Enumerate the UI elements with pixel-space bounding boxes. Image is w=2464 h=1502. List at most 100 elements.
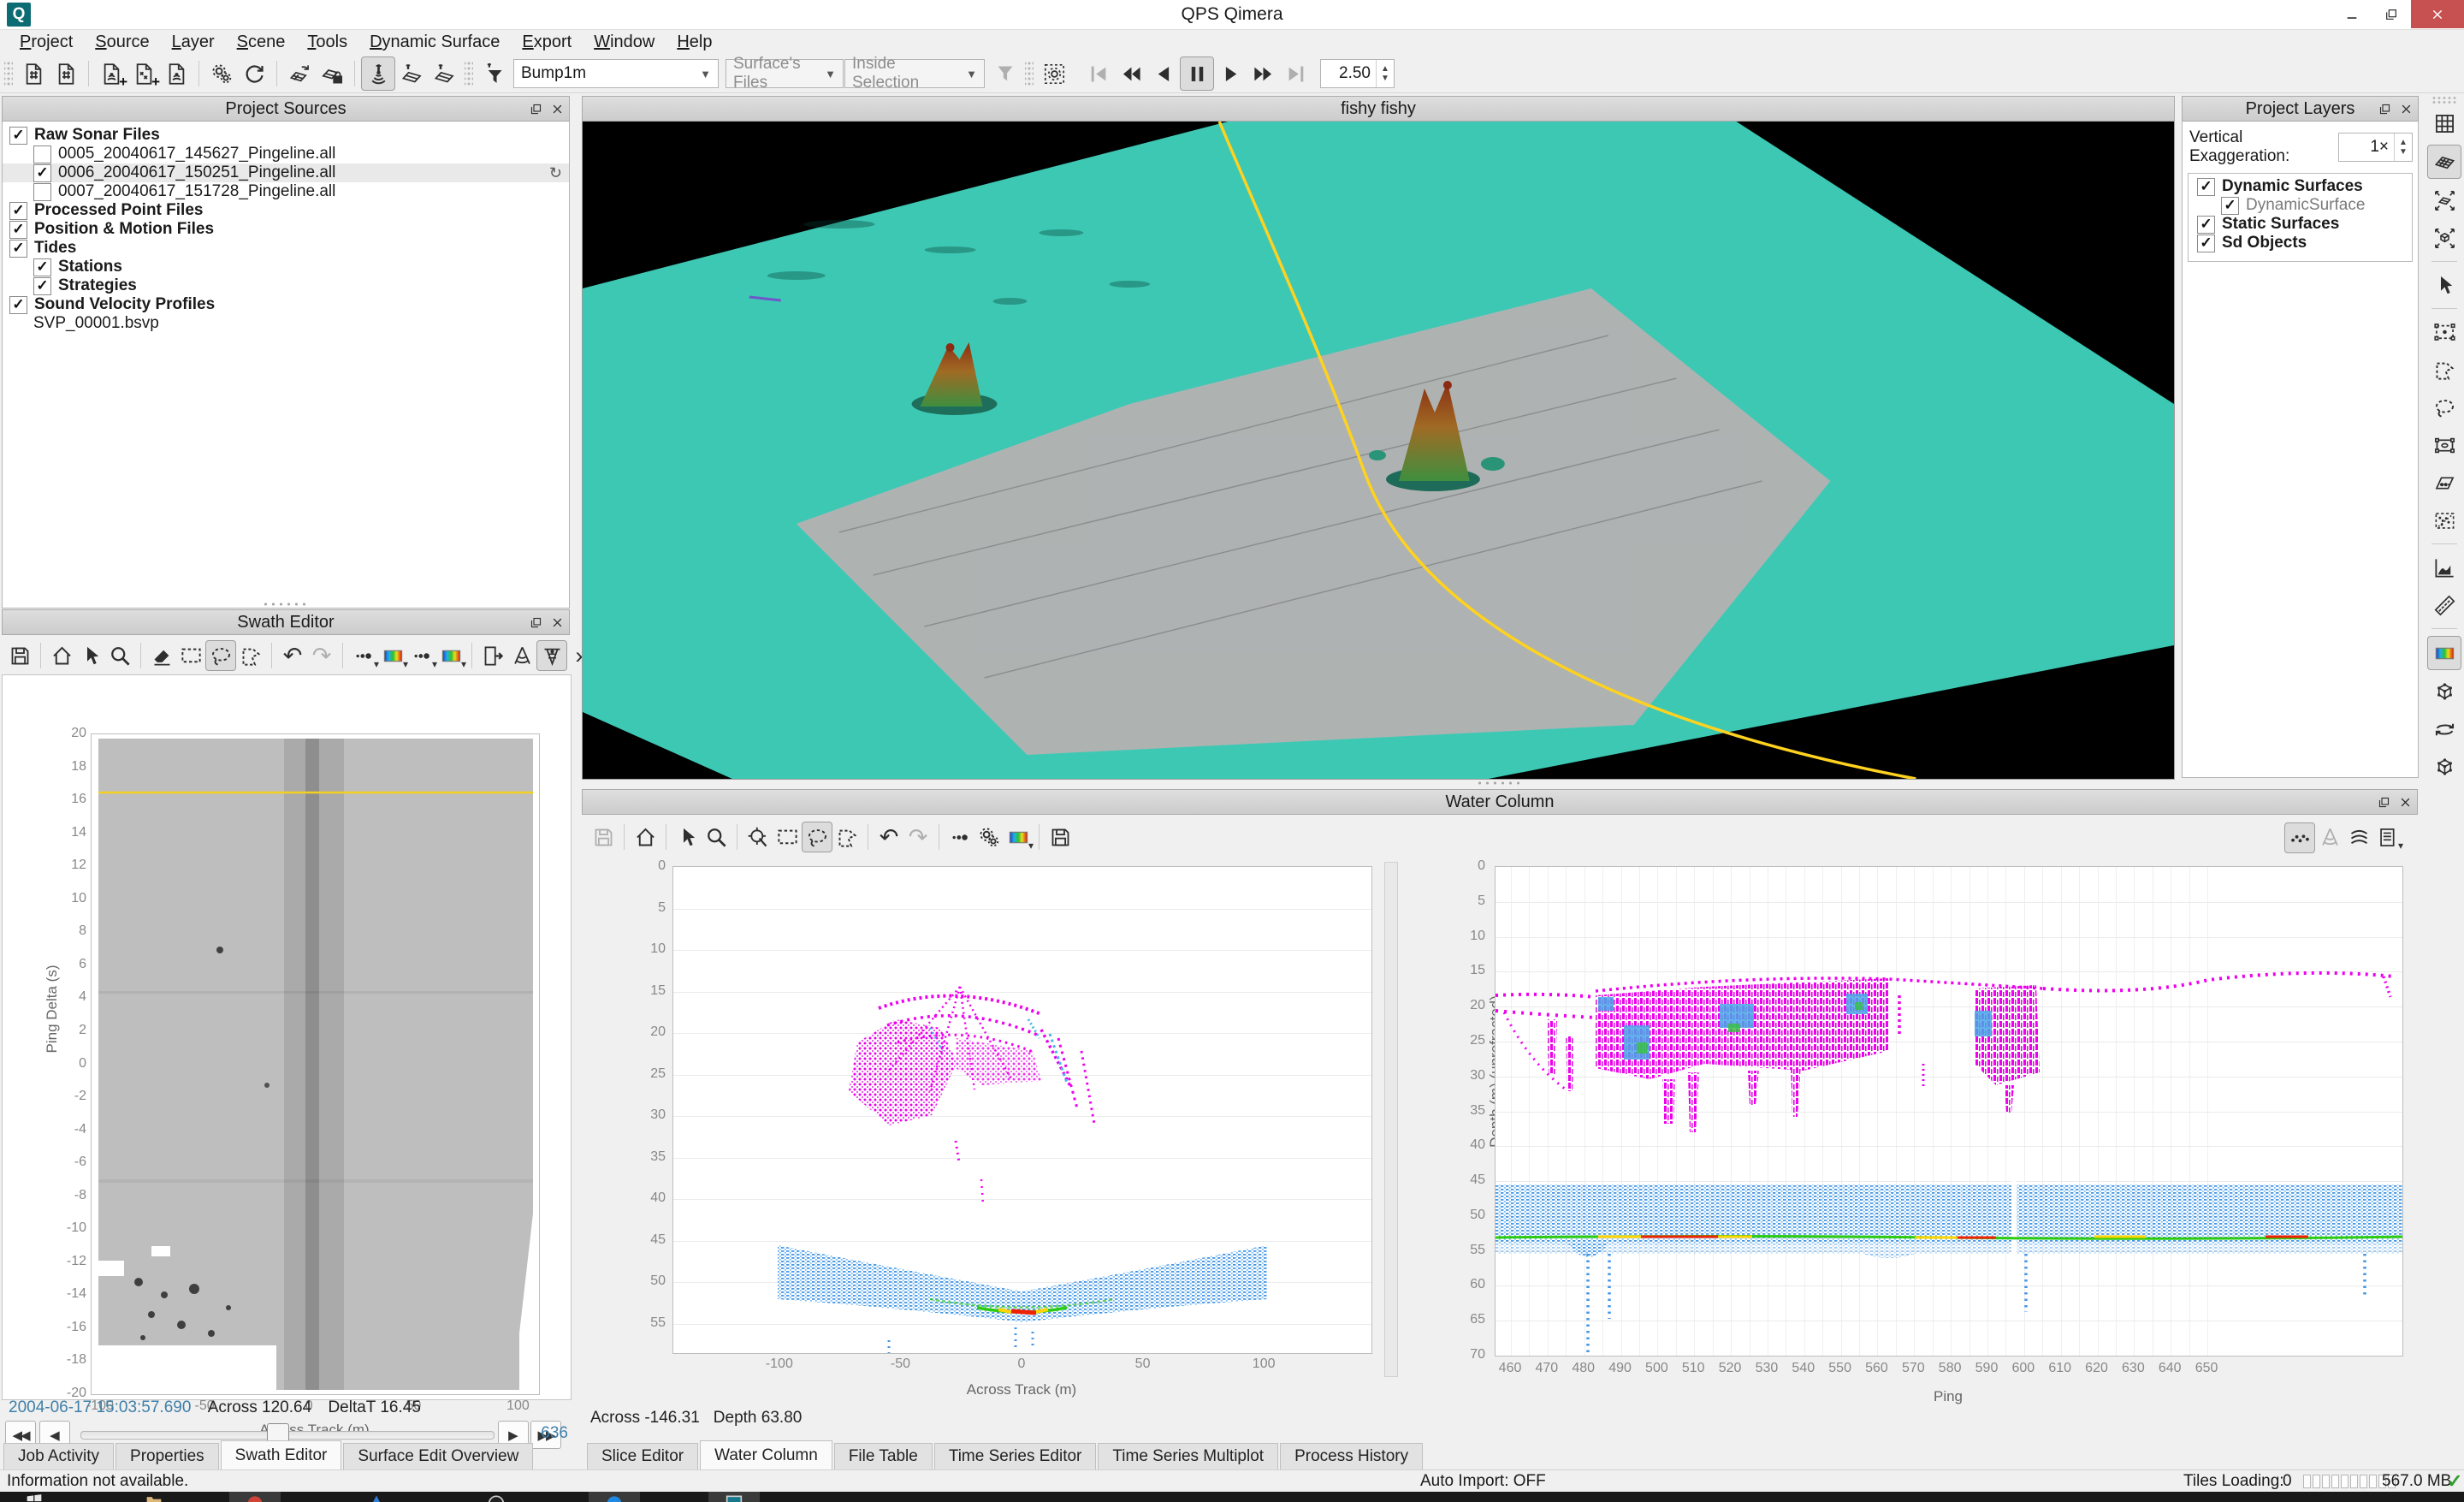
close-panel-icon[interactable] [551,103,564,116]
display-settings-icon[interactable] [974,822,1004,852]
rebuild-dynamic-surface-icon[interactable] [283,57,316,90]
refresh-project-icon[interactable] [238,57,270,90]
horizontal-splitter[interactable] [2,599,570,609]
tree-item-0007-20040617-151728-pingeline-all[interactable]: 0007_20040617_151728_Pingeline.all [3,182,569,201]
menu-tools[interactable]: Tools [296,31,358,54]
reject-lasso-icon[interactable] [205,640,236,671]
colormap-select-icon[interactable]: ▾ [1004,822,1033,852]
zoom-extents-scene-icon[interactable] [2428,222,2461,254]
checkbox[interactable]: ✓ [33,277,51,295]
close-panel-icon[interactable] [2400,103,2413,116]
cursor-select-icon[interactable] [2428,269,2461,301]
wc-across-track-plot[interactable] [672,866,1372,1354]
step-back-icon[interactable] [1147,57,1180,90]
project-layers-tree[interactable]: ✓Dynamic Surfaces✓DynamicSurface✓Static … [2188,173,2413,262]
scene-3d-view[interactable] [582,122,2175,780]
processing-settings-icon[interactable] [205,57,238,90]
menu-window[interactable]: Window [583,31,666,54]
selection-settings-icon[interactable] [1038,57,1070,90]
patch-test-tool-icon[interactable] [428,57,460,90]
play-icon[interactable] [1214,57,1247,90]
rewind-icon[interactable] [1115,57,1147,90]
select-slice-icon[interactable] [2428,466,2461,499]
accept-points-icon[interactable]: ▾ [349,641,378,670]
close-panel-icon[interactable] [2399,796,2412,809]
stack-view-icon[interactable] [2344,822,2373,852]
playback-speed-spinner[interactable]: 2.50 ▲▼ [1320,59,1395,88]
select-lasso-icon[interactable] [2428,391,2461,424]
file-explorer-icon[interactable] [144,1493,164,1502]
pick-ping-icon[interactable] [743,822,773,852]
cursor-select-icon[interactable] [672,822,702,852]
profile-tool-icon[interactable] [2428,551,2461,584]
tab-job-activity[interactable]: Job Activity [3,1443,114,1469]
tree-item-sd-objects[interactable]: ✓Sd Objects [2190,234,2412,252]
tab-slice-editor[interactable]: Slice Editor [587,1443,698,1469]
tree-item-svp-00001-bsvp[interactable]: SVP_00001.bsvp [3,314,569,333]
zoom-icon[interactable] [702,822,731,852]
checkbox[interactable]: ✓ [2197,178,2215,196]
swath-editor-tool-icon[interactable] [361,56,395,91]
slice-editor-tool-icon[interactable] [395,57,428,90]
spinner-arrows-icon[interactable]: ▲▼ [1376,60,1394,87]
pause-icon[interactable] [1180,56,1214,91]
tree-item-raw-sonar-files[interactable]: ✓Raw Sonar Files [3,126,569,145]
checkbox[interactable]: ✓ [9,221,27,239]
restore-button[interactable] [2372,0,2411,28]
menu-scene[interactable]: Scene [226,31,297,54]
undo-icon[interactable]: ↶ [278,641,307,670]
grid-display-icon[interactable] [2428,107,2461,140]
flag-exit-icon[interactable] [478,641,507,670]
tab-process-history[interactable]: Process History [1280,1443,1423,1469]
menu-help[interactable]: Help [666,31,723,54]
add-processed-point-files-icon[interactable]: + [127,57,160,90]
tree-item-sound-velocity-profiles[interactable]: ✓Sound Velocity Profiles [3,295,569,314]
scatter-view-icon[interactable] [2284,822,2315,853]
windows-taskbar[interactable] [0,1492,2464,1502]
tree-item-stations[interactable]: ✓Stations [3,258,569,276]
menu-dynamic-surface[interactable]: Dynamic Surface [358,31,511,54]
cursor-select-icon[interactable] [76,641,105,670]
taskbar-app-icon[interactable] [724,1493,744,1502]
tree-item-strategies[interactable]: ✓Strategies [3,276,569,295]
float-panel-icon[interactable] [2378,796,2390,809]
project-sources-tree[interactable]: ✓Raw Sonar Files0005_20040617_145627_Pin… [2,122,570,609]
float-panel-icon[interactable] [530,103,542,116]
tab-swath-editor[interactable]: Swath Editor [221,1440,342,1469]
swath-image[interactable] [91,733,540,1395]
checkbox[interactable]: ✓ [9,240,27,258]
spinner-arrows-icon[interactable]: ▲▼ [2394,134,2412,161]
float-panel-icon[interactable] [530,616,542,629]
home-icon[interactable] [631,822,660,852]
select-rectangle-icon[interactable] [773,822,802,852]
reject-polygon-icon[interactable] [236,641,265,670]
tab-surface-edit-overview[interactable]: Surface Edit Overview [343,1443,533,1469]
tree-item-0006-20040617-150251-pingeline-all[interactable]: ✓0006_20040617_150251_Pingeline.all↻ [3,163,569,182]
toolbar-grip[interactable] [465,61,473,86]
tree-item-0005-20040617-145627-pingeline-all[interactable]: 0005_20040617_145627_Pingeline.all [3,145,569,163]
measure-tool-icon[interactable] [2428,589,2461,621]
toolbar-grip[interactable] [1025,61,1034,86]
save-icon[interactable] [5,641,34,670]
taskbar-app-icon[interactable] [604,1493,625,1502]
menu-project[interactable]: Project [9,31,84,54]
zoom-extents-surface-icon[interactable] [2428,184,2461,217]
close-panel-icon[interactable] [551,616,564,629]
reject-colormap-icon[interactable]: ▾ [436,641,465,670]
grid-3d-display-icon[interactable] [2428,675,2461,708]
lock-dynamic-surface-icon[interactable] [316,57,348,90]
export-sonar-icon[interactable] [1045,822,1075,852]
tree-item-dynamicsurface[interactable]: ✓DynamicSurface [2190,196,2412,215]
checkbox[interactable] [33,145,51,163]
taskbar-app-icon[interactable] [366,1493,387,1502]
add-raw-sonar-files-icon[interactable]: + [95,57,127,90]
beam-list-icon[interactable]: ▾ [2373,822,2402,852]
select-lasso-icon[interactable] [802,822,832,852]
point-display-icon[interactable] [945,822,974,852]
tab-time-series-multiplot[interactable]: Time Series Multiplot [1098,1443,1278,1469]
reload-raw-files-icon[interactable] [160,57,192,90]
tab-properties[interactable]: Properties [116,1443,219,1469]
beam-fan-icon[interactable] [507,641,536,670]
checkbox[interactable]: ✓ [9,296,27,314]
select-polygon-icon[interactable] [832,822,862,852]
